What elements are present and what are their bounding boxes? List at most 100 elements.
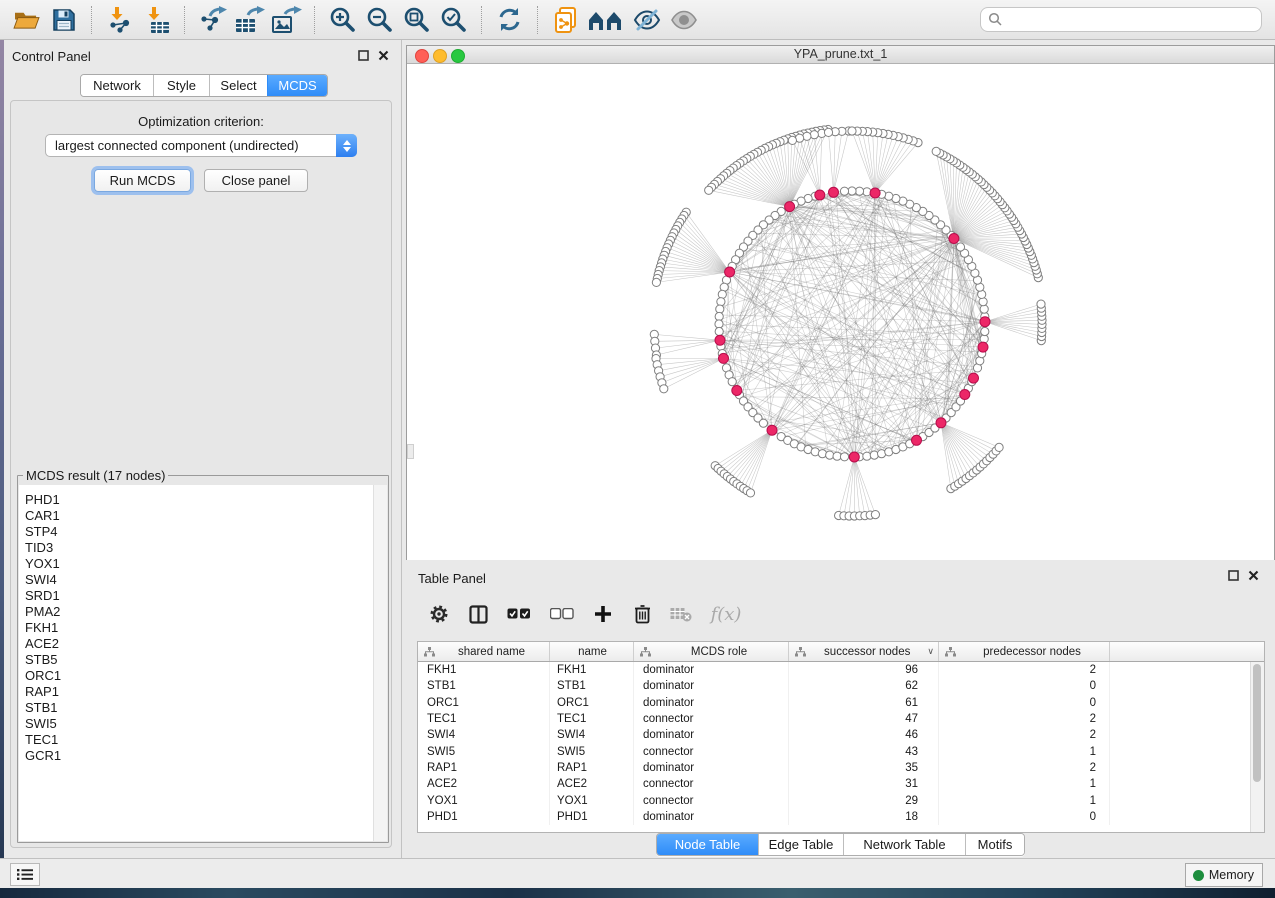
close-panel-icon[interactable] [378, 50, 389, 61]
tab-edge-table[interactable]: Edge Table [758, 834, 843, 855]
network-leaf-node[interactable] [788, 136, 796, 144]
show-all-icon[interactable] [667, 3, 700, 37]
network-leaf-node[interactable] [660, 385, 668, 393]
mcds-result-item[interactable]: TEC1 [19, 732, 387, 748]
node-table[interactable]: shared namenameMCDS rolesuccessor nodes∨… [417, 641, 1265, 833]
table-cell[interactable]: SWI4 [550, 727, 634, 743]
table-cell[interactable]: FKH1 [550, 662, 634, 678]
hide-selected-icon[interactable] [630, 3, 663, 37]
table-row[interactable]: YOX1YOX1connector291 [418, 792, 1264, 808]
export-image-icon[interactable] [270, 3, 303, 37]
column-header-predecessor-nodes[interactable]: predecessor nodes [939, 642, 1110, 661]
tab-motifs[interactable]: Motifs [965, 834, 1024, 855]
zoom-selected-icon[interactable] [437, 3, 470, 37]
network-leaf-node[interactable] [848, 127, 856, 135]
mcds-result-item[interactable]: SWI5 [19, 716, 387, 732]
table-cell[interactable]: ACE2 [550, 776, 634, 792]
table-cell[interactable]: 2 [939, 727, 1110, 743]
optimization-criterion-select[interactable]: largest connected component (undirected) [45, 134, 357, 157]
add-icon[interactable] [592, 603, 614, 625]
mcds-hub-node[interactable] [725, 267, 735, 277]
tab-network[interactable]: Network [81, 75, 153, 96]
close-panel-icon[interactable] [1248, 570, 1259, 581]
mcds-hub-node[interactable] [849, 452, 859, 462]
mcds-hub-node[interactable] [719, 353, 729, 363]
table-cell[interactable]: ORC1 [418, 695, 550, 711]
mcds-hub-node[interactable] [978, 342, 988, 352]
splitter-grip[interactable] [407, 444, 414, 459]
mcds-result-item[interactable]: ACE2 [19, 636, 387, 652]
first-neighbors-icon[interactable] [586, 3, 626, 37]
table-cell[interactable]: dominator [634, 809, 789, 825]
table-cell[interactable]: 18 [789, 809, 939, 825]
table-cell[interactable]: 0 [939, 678, 1110, 694]
mcds-result-item[interactable]: ORC1 [19, 668, 387, 684]
table-cell[interactable]: PHD1 [550, 809, 634, 825]
table-cell[interactable]: connector [634, 711, 789, 727]
mcds-list-scrollbar[interactable] [373, 485, 387, 841]
network-node[interactable] [826, 451, 834, 459]
table-row[interactable]: STB1STB1dominator620 [418, 678, 1264, 694]
table-cell[interactable]: STB1 [550, 678, 634, 694]
table-cell[interactable]: 62 [789, 678, 939, 694]
tab-style[interactable]: Style [153, 75, 209, 96]
table-row[interactable]: SWI4SWI4dominator462 [418, 727, 1264, 743]
table-cell[interactable]: 47 [789, 711, 939, 727]
network-leaf-node[interactable] [871, 511, 879, 519]
table-cell[interactable]: 1 [939, 792, 1110, 808]
mcds-hub-node[interactable] [980, 317, 990, 327]
table-cell[interactable]: 35 [789, 760, 939, 776]
column-visibility-icon[interactable] [467, 603, 489, 625]
table-cell[interactable]: dominator [634, 760, 789, 776]
table-row[interactable]: SWI5SWI5connector431 [418, 743, 1264, 759]
close-panel-button[interactable]: Close panel [204, 169, 308, 192]
network-node[interactable] [981, 327, 989, 335]
mcds-hub-node[interactable] [785, 202, 795, 212]
network-node[interactable] [855, 187, 863, 195]
table-cell[interactable]: SWI5 [418, 743, 550, 759]
table-cell[interactable]: 61 [789, 695, 939, 711]
mcds-hub-node[interactable] [969, 373, 979, 383]
table-cell[interactable]: ORC1 [550, 695, 634, 711]
network-window-titlebar[interactable]: YPA_prune.txt_1 [407, 46, 1274, 64]
network-node[interactable] [848, 187, 856, 195]
table-cell[interactable]: 0 [939, 695, 1110, 711]
network-canvas[interactable] [407, 64, 1274, 560]
apply-layout-icon[interactable] [493, 3, 526, 37]
mcds-hub-node[interactable] [912, 435, 922, 445]
network-leaf-node[interactable] [995, 443, 1003, 451]
table-cell[interactable]: connector [634, 743, 789, 759]
table-cell[interactable]: 2 [939, 711, 1110, 727]
table-cell[interactable]: YOX1 [418, 792, 550, 808]
table-cell[interactable]: connector [634, 792, 789, 808]
network-graph[interactable] [407, 64, 1274, 560]
network-node[interactable] [980, 305, 988, 313]
mcds-result-item[interactable]: SRD1 [19, 588, 387, 604]
table-cell[interactable]: PHD1 [418, 809, 550, 825]
table-row[interactable]: TEC1TEC1connector472 [418, 711, 1264, 727]
mcds-hub-node[interactable] [960, 390, 970, 400]
table-cell[interactable]: 29 [789, 792, 939, 808]
zoom-fit-icon[interactable] [400, 3, 433, 37]
table-cell[interactable]: dominator [634, 662, 789, 678]
import-network-icon[interactable] [103, 3, 136, 37]
network-node[interactable] [718, 290, 726, 298]
network-leaf-node[interactable] [932, 147, 940, 155]
column-header-name[interactable]: name [550, 642, 634, 661]
table-cell[interactable]: 2 [939, 760, 1110, 776]
table-cell[interactable]: SWI5 [550, 743, 634, 759]
mcds-result-item[interactable]: GCR1 [19, 748, 387, 764]
zoom-out-icon[interactable] [363, 3, 396, 37]
mcds-result-item[interactable]: CAR1 [19, 508, 387, 524]
tab-mcds[interactable]: MCDS [267, 75, 327, 96]
tab-node-table[interactable]: Node Table [657, 834, 758, 855]
mcds-hub-node[interactable] [829, 187, 839, 197]
mcds-result-item[interactable]: RAP1 [19, 684, 387, 700]
mcds-hub-node[interactable] [815, 190, 825, 200]
table-cell[interactable]: 43 [789, 743, 939, 759]
float-window-icon[interactable] [358, 50, 369, 61]
table-cell[interactable]: 31 [789, 776, 939, 792]
table-cell[interactable]: connector [634, 776, 789, 792]
table-cell[interactable]: 96 [789, 662, 939, 678]
table-cell[interactable]: TEC1 [550, 711, 634, 727]
